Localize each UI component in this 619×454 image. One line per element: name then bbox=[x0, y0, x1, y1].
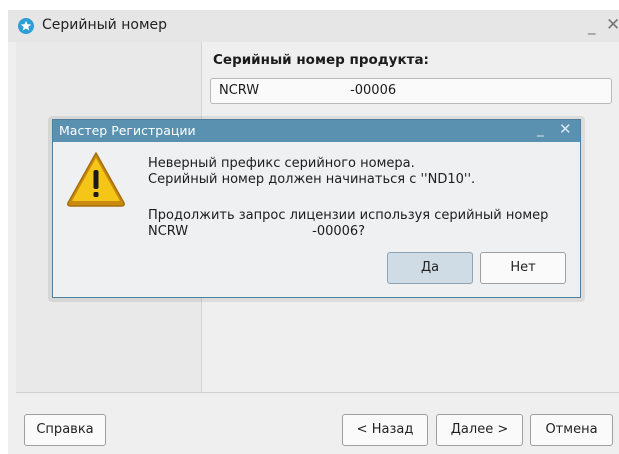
message-line: NCRW -00006? bbox=[148, 224, 366, 239]
dialog-close-icon[interactable]: ✕ bbox=[559, 120, 572, 138]
no-button[interactable]: Нет bbox=[480, 252, 566, 284]
registration-wizard-dialog: Мастер Регистрации _ ✕ Неверный префикс … bbox=[52, 119, 581, 298]
serial-number-label: Серийный номер продукта: bbox=[213, 52, 429, 68]
yes-button[interactable]: Да bbox=[387, 252, 473, 284]
bottom-separator bbox=[16, 392, 619, 393]
serial-number-input[interactable]: NCRW -00006 bbox=[210, 78, 612, 104]
cancel-button[interactable]: Отмена bbox=[530, 414, 613, 446]
main-titlebar: Серийный номер _ ✕ bbox=[8, 10, 619, 42]
window-title: Серийный номер bbox=[42, 17, 168, 33]
minimize-icon[interactable]: _ bbox=[588, 17, 596, 35]
message-line: Продолжить запрос лицензии используя сер… bbox=[148, 208, 549, 223]
message-line: Неверный префикс серийного номера. bbox=[148, 156, 415, 171]
dialog-body: Неверный префикс серийного номера. Серий… bbox=[53, 142, 580, 297]
help-button[interactable]: Справка bbox=[24, 414, 106, 446]
back-button[interactable]: < Назад bbox=[342, 414, 428, 446]
message-line: Серийный номер должен начинаться с ''ND1… bbox=[148, 172, 476, 187]
dialog-titlebar: Мастер Регистрации _ ✕ bbox=[53, 120, 580, 142]
close-icon[interactable]: ✕ bbox=[606, 15, 619, 35]
app-icon bbox=[18, 18, 34, 34]
dialog-title: Мастер Регистрации bbox=[59, 123, 196, 138]
dialog-minimize-icon[interactable]: _ bbox=[537, 121, 544, 137]
warning-icon bbox=[65, 150, 127, 212]
next-button[interactable]: Далее > bbox=[436, 414, 523, 446]
